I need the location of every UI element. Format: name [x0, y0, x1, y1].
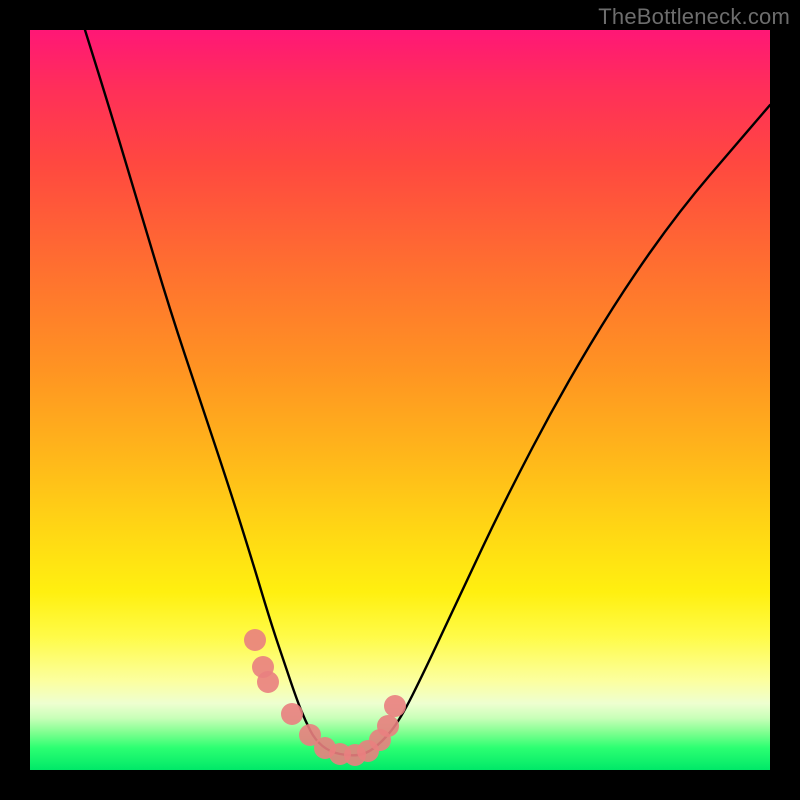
reference-markers-group [244, 629, 406, 766]
watermark-text: TheBottleneck.com [598, 4, 790, 30]
reference-marker [281, 703, 303, 725]
reference-marker [257, 671, 279, 693]
plot-area [30, 30, 770, 770]
reference-marker [244, 629, 266, 651]
bottleneck-curve [85, 30, 770, 755]
chart-frame: TheBottleneck.com [0, 0, 800, 800]
reference-marker [384, 695, 406, 717]
curve-svg [30, 30, 770, 770]
reference-marker [377, 715, 399, 737]
